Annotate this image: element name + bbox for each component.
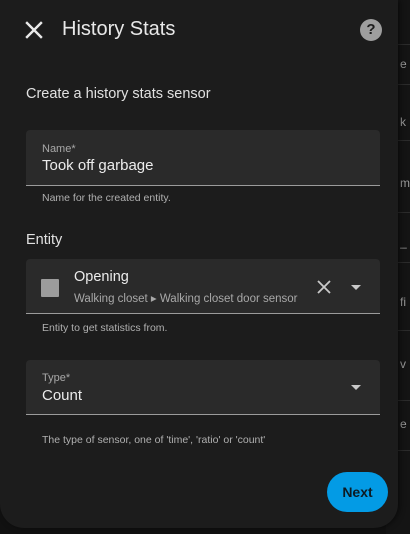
name-field-helper: Name for the created entity. xyxy=(42,192,171,204)
entity-name: Opening xyxy=(74,269,129,285)
entity-state-icon xyxy=(41,279,59,297)
background-text: v xyxy=(400,357,406,371)
chevron-down-icon[interactable] xyxy=(351,385,361,390)
background-text: e xyxy=(400,57,407,71)
entity-field-helper: Entity to get statistics from. xyxy=(42,322,168,334)
name-field-value[interactable]: Took off garbage xyxy=(42,157,153,174)
close-button[interactable] xyxy=(20,16,48,44)
background-text: e xyxy=(400,417,407,431)
type-field-value: Count xyxy=(42,387,83,404)
dialog-title: History Stats xyxy=(62,18,176,40)
type-select[interactable]: Type* Count xyxy=(26,360,380,415)
history-stats-dialog: History Stats ? Create a history stats s… xyxy=(0,0,398,528)
next-button[interactable]: Next xyxy=(327,472,388,512)
entity-path: Walking closet ▸ Walking closet door sen… xyxy=(74,293,298,305)
background-text: k xyxy=(400,115,406,129)
background-text: m xyxy=(400,176,410,190)
type-field-helper: The type of sensor, one of 'time', 'rati… xyxy=(42,434,266,446)
chevron-down-icon[interactable] xyxy=(351,285,361,290)
entity-section-label: Entity xyxy=(26,232,63,248)
name-field-label: Name* xyxy=(42,143,76,155)
name-field[interactable]: Name* Took off garbage xyxy=(26,130,380,186)
entity-picker[interactable]: Opening Walking closet ▸ Walking closet … xyxy=(26,259,380,314)
clear-entity-button[interactable] xyxy=(315,278,333,296)
help-icon: ? xyxy=(366,21,376,38)
clear-icon xyxy=(317,280,331,294)
background-text: fi xyxy=(400,295,406,309)
close-icon xyxy=(25,21,43,39)
form-subtitle: Create a history stats sensor xyxy=(26,86,211,102)
type-field-label: Type* xyxy=(42,372,71,384)
background-text: _ xyxy=(400,235,407,249)
help-button[interactable]: ? xyxy=(360,19,382,41)
